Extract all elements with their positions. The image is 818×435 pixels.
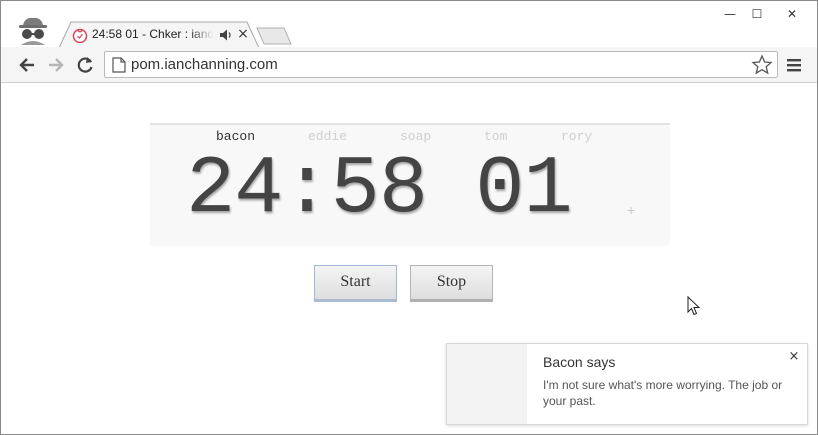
- notification-close-icon[interactable]: ×: [787, 350, 801, 364]
- hamburger-menu-icon[interactable]: [784, 55, 804, 75]
- reload-icon[interactable]: [74, 54, 96, 76]
- minimize-button[interactable]: —: [717, 5, 743, 23]
- page-content: bacon eddie soap tom rory 24:58 01 + Sta…: [1, 84, 817, 434]
- notification-body: I'm not sure what's more worrying. The j…: [543, 378, 783, 408]
- browser-toolbar: pom.ianchanning.com: [1, 47, 817, 83]
- member-name-tom[interactable]: tom: [484, 129, 507, 144]
- tab-title: 24:58 01 - Chker : ianchanning: [92, 27, 214, 41]
- member-name-rory[interactable]: rory: [561, 129, 592, 144]
- stop-button[interactable]: Stop: [410, 265, 493, 302]
- notification-image: [447, 344, 527, 424]
- forward-arrow-icon[interactable]: [45, 54, 67, 76]
- new-tab-button[interactable]: [256, 27, 292, 45]
- notification-title: Bacon says: [543, 354, 616, 370]
- address-bar[interactable]: pom.ianchanning.com: [104, 51, 778, 78]
- url-text[interactable]: pom.ianchanning.com: [131, 56, 278, 73]
- member-name-eddie[interactable]: eddie: [308, 129, 347, 144]
- member-name-soap[interactable]: soap: [400, 129, 431, 144]
- close-window-button[interactable]: ✕: [779, 5, 805, 23]
- tomato-favicon-icon: [72, 27, 88, 44]
- maximize-button[interactable]: ☐: [744, 5, 770, 23]
- add-member-button[interactable]: +: [627, 202, 635, 218]
- timer-panel: bacon eddie soap tom rory 24:58 01 +: [150, 123, 670, 246]
- notification-popup[interactable]: Bacon says I'm not sure what's more worr…: [446, 343, 808, 425]
- browser-window: 24:58 01 - Chker : ianchanning × — ☐ ✕: [0, 0, 818, 435]
- incognito-icon: [15, 15, 51, 45]
- browser-tab[interactable]: 24:58 01 - Chker : ianchanning ×: [59, 21, 259, 48]
- timer-display: 24:58 01: [186, 143, 573, 236]
- back-arrow-icon[interactable]: [16, 54, 38, 76]
- tab-close-icon[interactable]: ×: [235, 26, 251, 42]
- start-button[interactable]: Start: [314, 265, 397, 302]
- tab-strip: 24:58 01 - Chker : ianchanning × — ☐ ✕: [1, 1, 817, 48]
- member-name-bacon[interactable]: bacon: [216, 129, 255, 144]
- star-icon[interactable]: [751, 54, 773, 76]
- mouse-cursor-icon: [687, 295, 701, 316]
- speaker-icon[interactable]: [219, 27, 233, 41]
- page-icon: [112, 57, 126, 73]
